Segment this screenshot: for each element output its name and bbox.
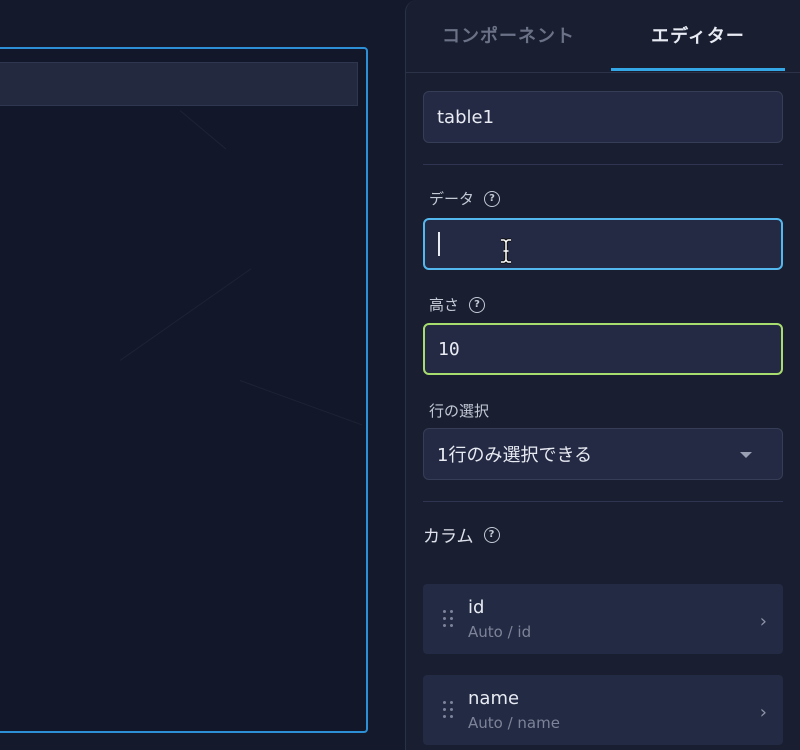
- panel-tabs: コンポーネント エディター: [406, 0, 800, 73]
- selected-table-component[interactable]: [0, 47, 368, 733]
- tab-editor[interactable]: エディター: [611, 0, 785, 70]
- help-circle-icon[interactable]: ?: [484, 190, 501, 207]
- divider: [423, 164, 783, 165]
- height-value: 10: [438, 338, 460, 360]
- drag-handle-icon[interactable]: [443, 701, 455, 719]
- data-label: データ ?: [429, 188, 501, 209]
- table-header-row: [0, 62, 358, 106]
- active-tab-indicator: [611, 68, 785, 71]
- divider: [423, 501, 783, 502]
- column-item-name[interactable]: name Auto / name ›: [423, 675, 783, 745]
- column-type: Auto / id: [468, 623, 532, 641]
- help-circle-icon[interactable]: ?: [483, 526, 500, 543]
- columns-label: カラム ?: [423, 522, 500, 547]
- column-name: name: [468, 688, 520, 709]
- row-select-label: 行の選択: [429, 402, 490, 420]
- component-name-input[interactable]: table1: [423, 91, 783, 143]
- row-select-value: 1行のみ選択できる: [437, 445, 593, 466]
- chevron-down-icon: [740, 452, 752, 458]
- data-input[interactable]: [423, 218, 783, 270]
- height-input[interactable]: 10: [423, 323, 783, 375]
- component-name-value: table1: [437, 106, 495, 128]
- column-name: id: [468, 597, 485, 618]
- chevron-right-icon: ›: [759, 702, 767, 723]
- row-select-dropdown[interactable]: 1行のみ選択できる: [423, 428, 783, 480]
- chevron-right-icon: ›: [759, 611, 767, 632]
- text-cursor-icon: [501, 238, 511, 264]
- tab-components[interactable]: コンポーネント: [406, 0, 611, 70]
- column-type: Auto / name: [468, 714, 560, 732]
- editor-panel: コンポーネント エディター table1 データ ? 高さ ? 10 行の選択 …: [405, 0, 800, 750]
- help-circle-icon[interactable]: ?: [469, 296, 486, 313]
- height-label: 高さ ?: [429, 294, 486, 315]
- text-caret: [438, 232, 440, 256]
- drag-handle-icon[interactable]: [443, 610, 455, 628]
- column-item-id[interactable]: id Auto / id ›: [423, 584, 783, 654]
